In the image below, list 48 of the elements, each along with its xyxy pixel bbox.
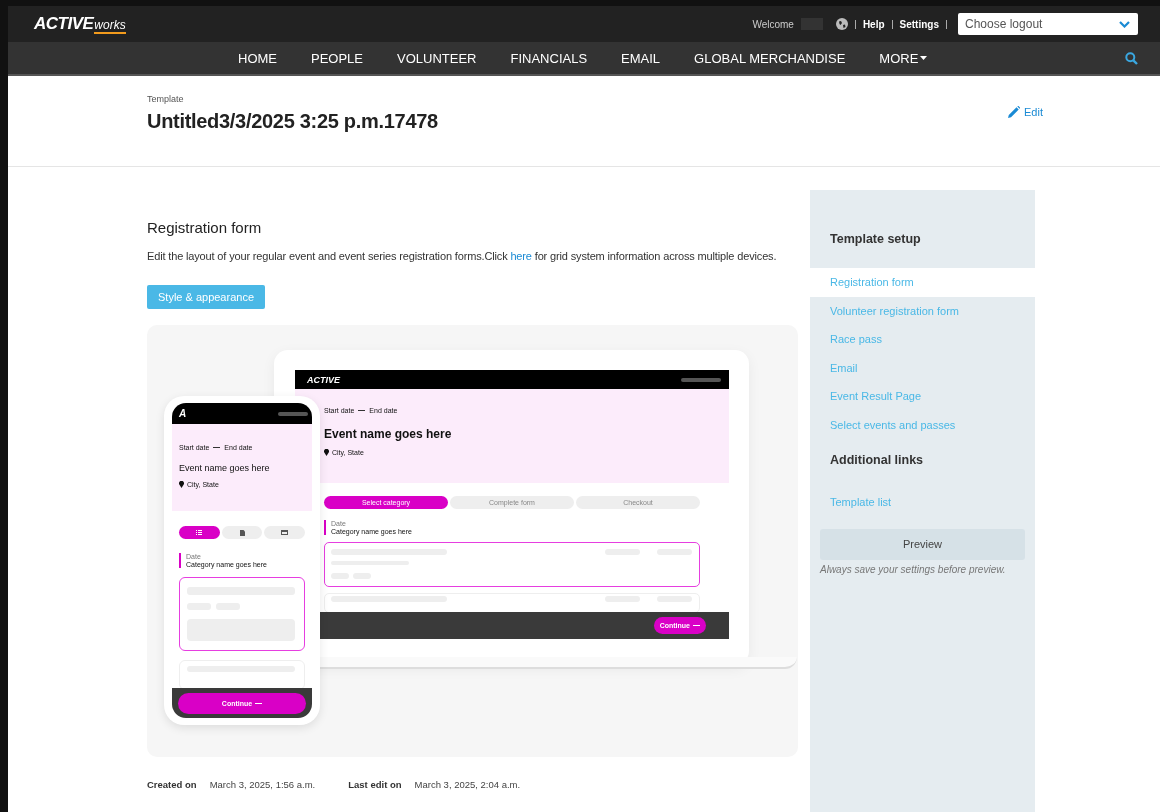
logo[interactable]: ACTIVEworks (34, 14, 126, 34)
edit-link[interactable]: Edit (1008, 106, 1043, 118)
preview-note: Always save your settings before preview. (818, 563, 1007, 575)
nav-link[interactable]: PEOPLE (311, 50, 364, 66)
here-link[interactable]: here (510, 250, 532, 262)
location-pin-icon (324, 449, 329, 456)
list-icon (196, 530, 203, 535)
nav-link[interactable]: MORE (879, 50, 928, 66)
description-text: Edit the layout of your regular event and event series registration forms.Click (147, 250, 508, 262)
template-title: Untitled3/3/2025 3:25 p.m.17478 (147, 110, 438, 133)
settings-link[interactable]: Settings (899, 18, 939, 30)
search-icon[interactable] (1125, 52, 1138, 65)
skeleton-bar (681, 377, 721, 382)
step-tab[interactable] (221, 526, 263, 539)
event-name: Event name goes here (179, 463, 271, 473)
chevron-down-icon (1119, 20, 1130, 28)
section-title: Registration form (147, 219, 263, 236)
mock-logo: A (179, 408, 187, 419)
nav-link[interactable]: HOME (238, 50, 277, 66)
skeleton-bar (278, 411, 308, 416)
meta-label: Last edit on (348, 779, 402, 790)
meta-value: March 3, 2025, 2:04 a.m. (414, 779, 521, 790)
globe-icon[interactable] (835, 18, 848, 30)
nav-link[interactable]: EMAIL (621, 50, 661, 66)
pencil-icon (1008, 106, 1021, 118)
description-text: for grid system information across multiple devices. (534, 250, 777, 262)
eyebrow-label: Template (147, 94, 185, 104)
step-tab[interactable] (264, 526, 305, 539)
nav-link[interactable]: GLOBAL MERCHANDISE (694, 50, 846, 66)
nav-link[interactable]: VOLUNTEER (397, 50, 477, 66)
meta-value: March 3, 2025, 1:56 a.m. (209, 779, 316, 790)
sidebar-heading: Additional links (829, 453, 925, 467)
welcome-text: Welcome (752, 18, 794, 30)
card-icon (281, 530, 289, 535)
mock-logo: ACTIVE (307, 374, 340, 385)
event-name: Event name goes here (324, 427, 453, 441)
step-tab[interactable] (179, 526, 220, 539)
preview-button[interactable]: Preview (820, 528, 1025, 560)
logout-select[interactable]: Choose logout (958, 13, 1138, 35)
meta-label: Created on (147, 779, 197, 790)
caret-icon (920, 56, 928, 60)
nav-link[interactable]: FINANCIALS (510, 50, 588, 66)
style-appearance-button[interactable]: Style & appearance (147, 285, 265, 309)
sidebar-item[interactable]: Registration form (810, 268, 1035, 297)
location-pin-icon (179, 481, 184, 488)
document-icon (239, 529, 245, 536)
help-link[interactable]: Help (862, 18, 885, 30)
sidebar-heading: Template setup (829, 232, 922, 246)
